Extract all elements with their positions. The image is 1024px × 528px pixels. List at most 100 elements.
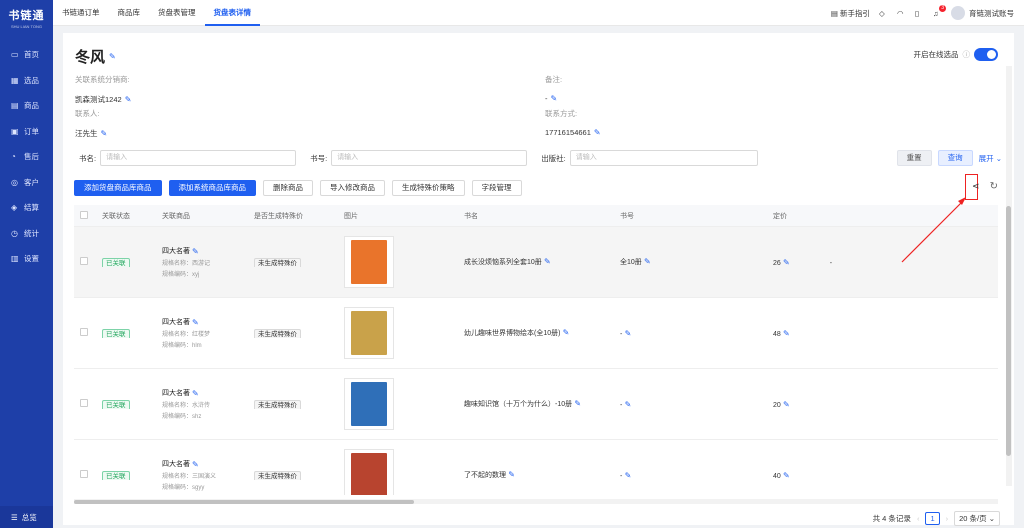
- table-row[interactable]: 已关联 四大名著 ✎ 规格名称：西游记 规格编码：xyj 未生成特殊价 成长没烦恼系列全套1…: [74, 227, 998, 298]
- logo-title: 书链通: [8, 10, 45, 22]
- edit-price-icon[interactable]: ✎: [781, 471, 790, 480]
- diamond-icon[interactable]: ◇: [879, 9, 888, 18]
- edit-isbn-icon[interactable]: ✎: [622, 329, 632, 338]
- product-name-text: 四大名著: [162, 461, 190, 468]
- price-cell: 26 ✎ -: [767, 258, 917, 267]
- prev-page-icon[interactable]: ‹: [917, 514, 920, 523]
- edit-isbn-icon[interactable]: ✎: [622, 400, 632, 409]
- bell-icon[interactable]: ♫ 3: [933, 4, 946, 18]
- book-cover[interactable]: [344, 307, 394, 359]
- edit-price-icon[interactable]: ✎: [781, 258, 790, 267]
- share-icon[interactable]: ⋖: [972, 181, 980, 192]
- next-page-icon[interactable]: ›: [946, 514, 949, 523]
- action-button-4[interactable]: 生成特殊价策略: [392, 180, 465, 196]
- table-row[interactable]: 已关联 四大名著 ✎ 规格名称：水浒传 规格编码：shz 未生成特殊价 趣味知识馆（十万个为…: [74, 369, 998, 440]
- edit-title-icon[interactable]: ✎: [109, 52, 116, 61]
- page-number[interactable]: 1: [925, 512, 940, 525]
- price-cell: 40 ✎: [767, 471, 917, 480]
- action-button-5[interactable]: 字段管理: [471, 180, 522, 196]
- horizontal-scrollbar[interactable]: [74, 499, 998, 504]
- product-code: 规格编码：sgyy: [162, 485, 205, 491]
- sidebar-item-6[interactable]: ◈ 结算: [0, 195, 53, 221]
- row-checkbox[interactable]: [80, 470, 88, 478]
- status-cell: 已关联: [96, 328, 156, 338]
- table-row[interactable]: 已关联 四大名著 ✎ 规格名称：三国演义 规格编码：sgyy 未生成特殊价 了不起的数理 ✎…: [74, 440, 998, 495]
- horizontal-scroll-thumb[interactable]: [74, 499, 414, 504]
- edit-isbn-icon[interactable]: ✎: [642, 257, 651, 266]
- sidebar-item-4[interactable]: ◔ 售后: [0, 144, 53, 170]
- edit-price-icon[interactable]: ✎: [781, 329, 790, 338]
- phone-label: 联系方式:: [545, 109, 578, 118]
- row-checkbox[interactable]: [80, 328, 88, 336]
- status-badge: 已关联: [102, 400, 130, 409]
- help-icon[interactable]: ⓘ: [963, 49, 971, 60]
- sidebar-item-1[interactable]: ▦ 选品: [0, 68, 53, 94]
- column-header: 是否生成特殊价: [254, 212, 303, 220]
- isbn-input[interactable]: 请输入: [331, 150, 528, 166]
- product-name: 四大名著 ✎: [162, 246, 248, 256]
- edit-distributor-icon[interactable]: ✎: [125, 95, 132, 104]
- gear-icon: ▥: [11, 254, 19, 264]
- vertical-scroll-thumb[interactable]: [1006, 206, 1011, 456]
- action-button-1[interactable]: 添加系统商品库商品: [168, 180, 256, 196]
- tab-3[interactable]: 货盘表详情: [204, 0, 260, 26]
- edit-product-icon[interactable]: ✎: [192, 389, 199, 398]
- row-checkbox[interactable]: [80, 399, 88, 407]
- book-cover[interactable]: [344, 378, 394, 430]
- publisher-input[interactable]: 请输入: [569, 150, 758, 166]
- book-cover[interactable]: [344, 236, 394, 288]
- page-size-select[interactable]: 20 条/页 ⌄: [954, 511, 1000, 526]
- book-title: 成长没烦恼系列全套10册: [464, 259, 542, 266]
- edit-title-icon[interactable]: ✎: [572, 399, 581, 408]
- tab-2[interactable]: 货盘表管理: [149, 0, 205, 26]
- sidebar-overview[interactable]: ☰ 总览: [0, 506, 53, 528]
- edit-remark-icon[interactable]: ✎: [551, 94, 558, 103]
- expand-link[interactable]: 展开 ⌄: [979, 153, 1002, 164]
- select-all-checkbox[interactable]: [80, 210, 88, 219]
- edit-contact-icon[interactable]: ✎: [101, 129, 108, 138]
- edit-price-icon[interactable]: ✎: [781, 400, 790, 409]
- edit-isbn-icon[interactable]: ✎: [622, 471, 632, 480]
- action-button-3[interactable]: 导入修改商品: [320, 180, 385, 196]
- book-name-input[interactable]: 请输入: [100, 150, 297, 166]
- sidebar-item-0[interactable]: ▭ 首页: [0, 42, 53, 68]
- grid-icon: ▦: [11, 75, 19, 85]
- online-selection-toggle[interactable]: [974, 48, 998, 61]
- edit-title-icon[interactable]: ✎: [506, 470, 515, 479]
- edit-product-icon[interactable]: ✎: [192, 460, 199, 469]
- reset-button[interactable]: 重置: [896, 150, 932, 166]
- phone-value: 17716154661: [545, 128, 591, 137]
- sidebar-item-2[interactable]: ▤ 商品: [0, 93, 53, 119]
- sidebar-item-8[interactable]: ▥ 设置: [0, 246, 53, 272]
- edit-title-icon[interactable]: ✎: [542, 257, 551, 266]
- vertical-scrollbar[interactable]: [1006, 66, 1012, 486]
- sidebar-item-3[interactable]: ▣ 订单: [0, 119, 53, 145]
- sidebar-item-7[interactable]: ◷ 统计: [0, 221, 53, 247]
- product-code: 规格编码：shz: [162, 414, 202, 420]
- action-button-0[interactable]: 添加货盘商品库商品: [74, 180, 162, 196]
- query-button[interactable]: 查询: [937, 150, 973, 166]
- sidebar-item-label: 客户: [24, 177, 39, 187]
- special-badge: 未生成特殊价: [254, 258, 301, 267]
- refresh-icon[interactable]: ↻: [990, 181, 998, 192]
- book-cover-image: [351, 453, 387, 495]
- guide-link[interactable]: ▤ 新手指引: [831, 8, 870, 19]
- tab-0[interactable]: 书链通订单: [53, 0, 109, 26]
- edit-title-icon[interactable]: ✎: [560, 328, 570, 337]
- book-cover[interactable]: [344, 449, 394, 495]
- headset-icon[interactable]: ◠: [897, 9, 906, 18]
- title-cell: 趣味知识馆（十万个为什么）-10册 ✎: [458, 399, 614, 409]
- tab-1[interactable]: 商品库: [109, 0, 150, 26]
- table-row[interactable]: 已关联 四大名著 ✎ 规格名称：红楼梦 规格编码：hlm 未生成特殊价 幼儿趣味世界博物绘本…: [74, 298, 998, 369]
- edit-phone-icon[interactable]: ✎: [594, 128, 601, 137]
- edit-product-icon[interactable]: ✎: [192, 318, 199, 327]
- account-menu[interactable]: 育链测试账号: [951, 6, 1014, 20]
- edit-product-icon[interactable]: ✎: [192, 247, 199, 256]
- product-name: 四大名著 ✎: [162, 388, 248, 398]
- action-button-2[interactable]: 删除商品: [263, 180, 313, 196]
- account-name: 育链测试账号: [969, 8, 1014, 18]
- document-icon[interactable]: ▯: [915, 9, 924, 18]
- row-checkbox[interactable]: [80, 257, 88, 265]
- sidebar-item-5[interactable]: ◎ 客户: [0, 170, 53, 196]
- special-cell: 未生成特殊价: [248, 257, 338, 267]
